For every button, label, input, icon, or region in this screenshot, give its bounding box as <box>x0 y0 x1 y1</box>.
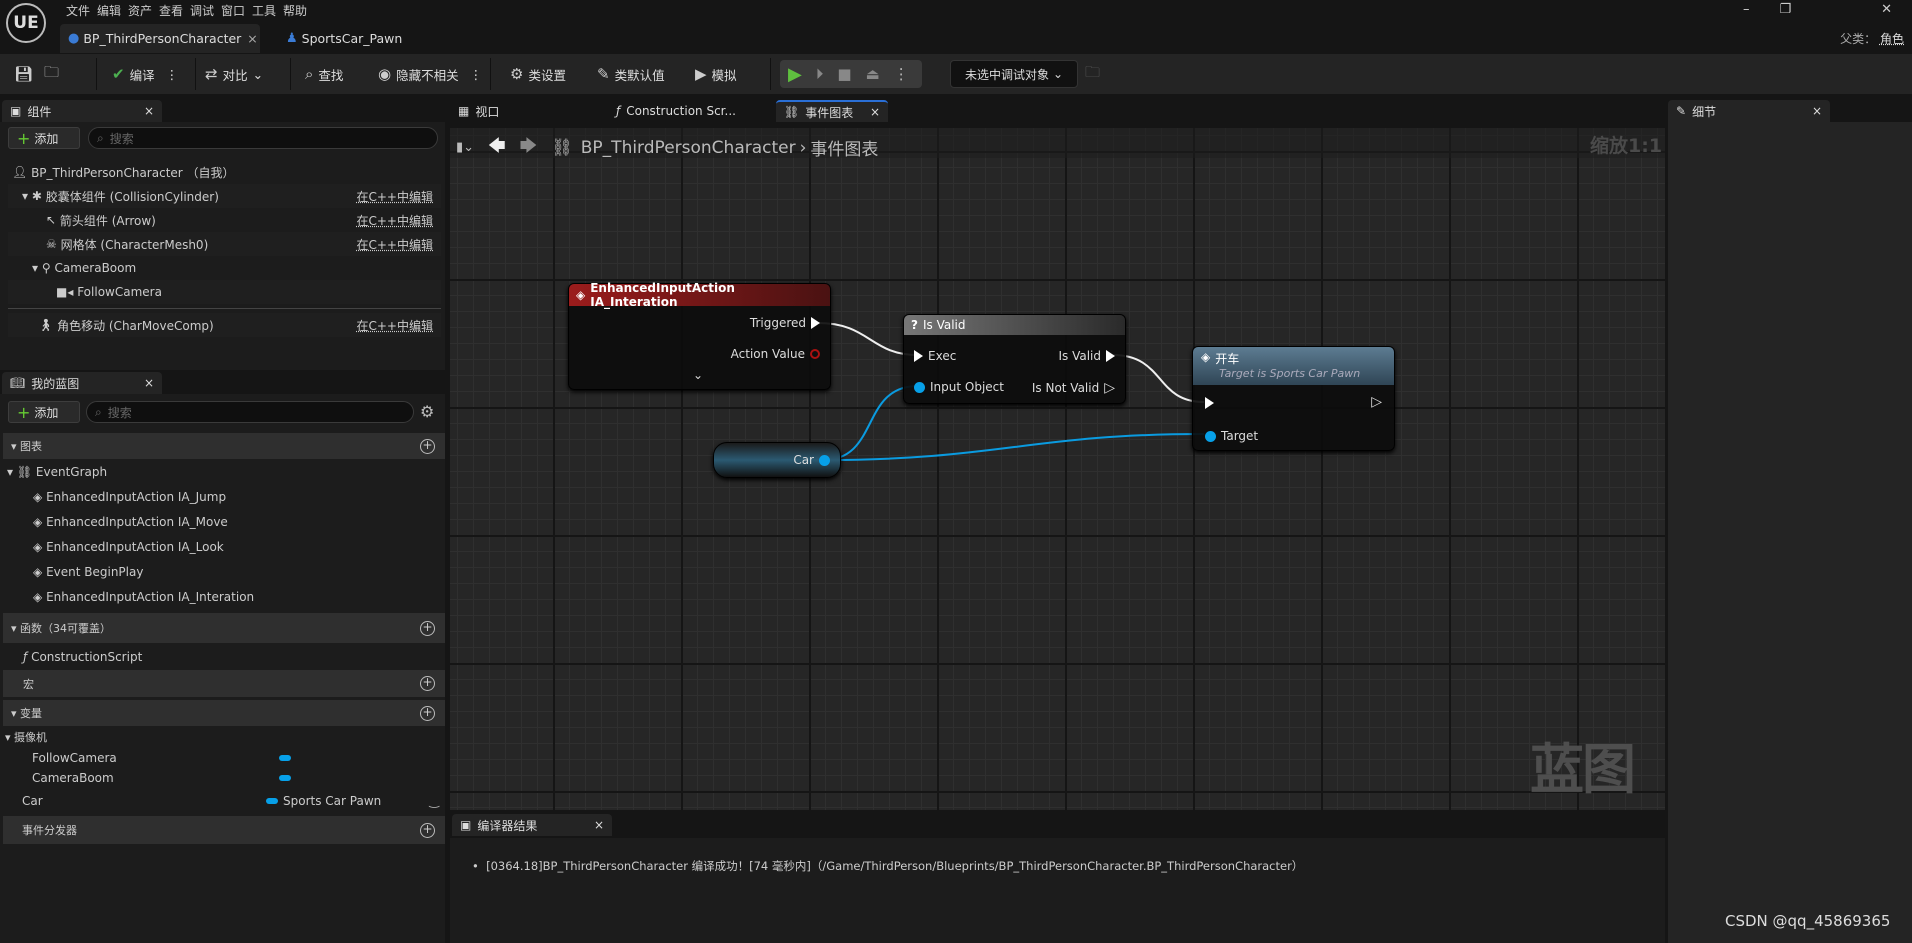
node-input-action[interactable]: ◈ EnhancedInputAction IA_Interation Trigg… <box>568 281 831 390</box>
pin-label: Triggered <box>749 316 806 330</box>
exec-pin-hollow-icon[interactable]: ▷ <box>1104 380 1115 396</box>
node-subtitle: Target is Sports Car Pawn <box>1219 367 1361 380</box>
pin-is-not-valid[interactable]: Is Not Valid ▷ <box>1032 380 1115 396</box>
pin-action-value[interactable]: Action Value <box>731 347 820 361</box>
pin-label: Target <box>1221 429 1259 443</box>
object-pin-icon[interactable] <box>1205 430 1216 442</box>
exec-pin-icon[interactable] <box>1106 350 1115 362</box>
object-pin-icon[interactable] <box>914 381 925 393</box>
node-is-valid[interactable]: ? Is Valid Exec Input Object Is Valid Is … <box>903 314 1126 404</box>
pin-input-object[interactable]: Input Object <box>914 380 1004 394</box>
compiler-tab-label: 编译器结果 <box>477 818 538 833</box>
object-pin-icon[interactable] <box>819 454 830 466</box>
exec-pin-hollow-icon[interactable]: ▷ <box>1371 394 1382 410</box>
close-icon[interactable]: × <box>594 818 604 832</box>
exec-pin-icon[interactable] <box>811 317 820 329</box>
event-icon: ◈ <box>576 288 586 302</box>
pin-label: Action Value <box>730 347 805 361</box>
close-icon[interactable]: × <box>1812 104 1822 118</box>
node-header: ? Is Valid <box>904 315 1125 335</box>
pin-label: Is Not Valid <box>1031 381 1100 395</box>
node-title: Is Valid <box>922 318 966 332</box>
pin-exec-out[interactable]: ▷ <box>1371 394 1382 410</box>
details-pencil-icon: ✎ <box>1676 104 1687 118</box>
csdn-watermark: CSDN @qq_45869365 <box>1725 912 1891 930</box>
pin-target[interactable]: Target <box>1205 429 1258 443</box>
compiler-results-tab[interactable]: ▣ 编译器结果 × <box>452 814 612 836</box>
compiler-results-panel <box>450 838 1665 943</box>
pin-label: Car <box>793 453 814 467</box>
node-header: ◈ 开车 Target is Sports Car Pawn <box>1193 347 1394 385</box>
node-title: EnhancedInputAction IA_Interation <box>590 281 735 309</box>
compiler-message: • [0364.18]BP_ThirdPersonCharacter 编译成功！… <box>472 859 1304 873</box>
exec-pin-icon[interactable] <box>914 350 923 362</box>
exec-pin-icon[interactable] <box>1205 397 1214 409</box>
details-tab-label: 细节 <box>1692 104 1717 119</box>
node-header: ◈ EnhancedInputAction IA_Interation <box>569 281 830 309</box>
node-car-getter[interactable]: Car <box>713 442 841 478</box>
compiler-icon: ▣ <box>460 818 472 832</box>
graph-wires <box>817 322 1205 461</box>
details-panel <box>1668 122 1912 943</box>
object-wire <box>822 433 1205 461</box>
function-icon: ◈ <box>1201 350 1211 364</box>
expand-chevron-icon[interactable]: ⌄ <box>693 368 703 382</box>
node-title: 开车 <box>1215 352 1240 366</box>
question-icon: ? <box>911 318 918 332</box>
pin-car[interactable]: Car <box>793 453 830 467</box>
data-pin-icon[interactable] <box>810 349 820 359</box>
exec-wire <box>1112 354 1205 403</box>
pin-exec[interactable]: Exec <box>914 349 956 363</box>
pin-is-valid[interactable]: Is Valid <box>1058 349 1115 363</box>
details-tab[interactable]: ✎ 细节 × <box>1668 100 1830 122</box>
pin-label: Exec <box>928 349 957 363</box>
pin-label: Is Valid <box>1058 349 1101 363</box>
compiler-message-text: [0364.18]BP_ThirdPersonCharacter 编译成功！[7… <box>486 859 1304 873</box>
pin-label: Input Object <box>930 380 1004 394</box>
pin-triggered[interactable]: Triggered <box>750 316 820 330</box>
node-drive[interactable]: ◈ 开车 Target is Sports Car Pawn ▷ Target <box>1192 346 1395 451</box>
pin-exec-in[interactable] <box>1205 397 1214 409</box>
